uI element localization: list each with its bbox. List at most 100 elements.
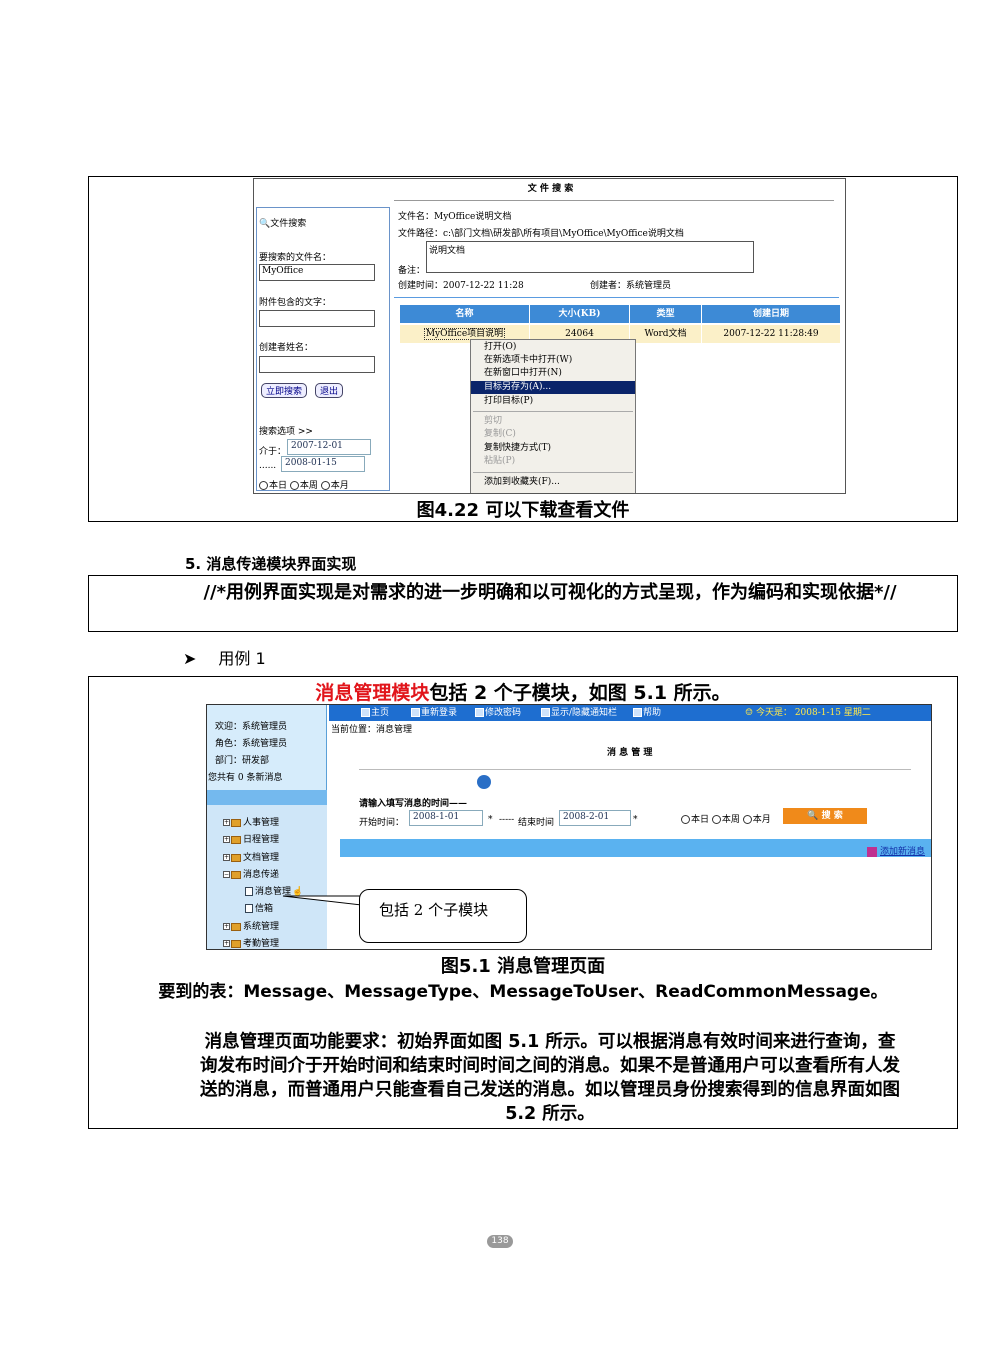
tree-item-messaging[interactable]: − 消息传递 <box>223 867 279 880</box>
menu-cut[interactable]: 剪切 <box>471 415 635 428</box>
cell-date: 2007-12-22 11:28:49 <box>702 325 841 343</box>
nav-relogin[interactable]: 重新登录 <box>411 705 457 721</box>
menu-print-target[interactable]: 打印目标(P) <box>471 395 635 408</box>
file-search-screenshot: 文 件 搜 索 🔍文件搜索 要搜索的文件名： MyOffice 附件包含的文字：… <box>253 178 846 494</box>
radio-today[interactable] <box>259 481 268 490</box>
context-menu: 打开(O) 在新选项卡中打开(W) 在新窗口中打开(N) 目标另存为(A)...… <box>470 339 636 493</box>
date-from-input[interactable]: 2007-12-01 <box>287 439 371 455</box>
home-icon <box>361 708 370 717</box>
search-button[interactable]: 立即搜索 <box>261 383 308 398</box>
detail-filename: 文件名：MyOffice说明文档 <box>398 212 512 222</box>
detail-creator: 创建者：系统管理员 <box>590 281 672 291</box>
menu-separator <box>473 472 633 473</box>
search-button[interactable]: 🔍 搜 索 <box>783 808 867 824</box>
menu-save-target-as[interactable]: 目标另存为(A)... <box>471 381 635 394</box>
divider <box>394 297 839 298</box>
folder-open-icon <box>231 870 241 879</box>
filename-input[interactable]: MyOffice <box>259 264 375 281</box>
folder-icon <box>231 853 241 862</box>
menu-open-new-window[interactable]: 在新窗口中打开(N) <box>471 367 635 380</box>
creator-label: 创建者姓名： <box>259 343 314 353</box>
tree-item-attendance[interactable]: + 考勤管理 <box>223 936 279 949</box>
col-header-size[interactable]: 大小(KB) <box>530 305 630 323</box>
note-text: //*用例界面实现是对需求的进一步明确和以可视化的方式呈现，作为编码和实现依据*… <box>203 582 897 603</box>
attach-text-input[interactable] <box>259 310 375 327</box>
required-star: * <box>633 815 638 825</box>
file-search-title: 文 件 搜 索 <box>527 184 574 194</box>
divider <box>359 769 911 770</box>
folder-icon <box>231 818 241 827</box>
exit-button[interactable]: 退出 <box>315 383 344 398</box>
radio-month[interactable] <box>742 815 752 824</box>
key-icon <box>475 708 484 717</box>
today-date: ☺ 今天是： 2008-1-15 星期二 <box>745 708 871 718</box>
note-label: 备注： <box>398 266 426 276</box>
login-icon <box>411 708 420 717</box>
filename-label: 要搜索的文件名： <box>259 253 332 263</box>
tree-item-schedule[interactable]: + 日程管理 <box>223 832 279 845</box>
col-header-type[interactable]: 类型 <box>630 305 702 323</box>
breadcrumb: 当前位置：消息管理 <box>331 725 413 735</box>
search-heading: 🔍文件搜索 <box>259 219 307 229</box>
figure-5-1-title: 消息管理模块包括 2 个子模块，如图 5.1 所示。 <box>315 682 731 704</box>
note-textarea[interactable]: 说明文档 <box>426 241 754 273</box>
tree-item-documents[interactable]: + 文档管理 <box>223 850 279 863</box>
nav-help[interactable]: 帮助 <box>633 705 661 721</box>
folder-icon <box>231 922 241 931</box>
date-to-input[interactable]: 2008-01-15 <box>281 456 365 472</box>
section-heading: 5. 消息传递模块界面实现 <box>185 555 357 573</box>
tree-item-mailbox[interactable]: 信箱 <box>245 901 273 914</box>
radio-week[interactable] <box>289 481 299 490</box>
add-message-link[interactable]: 添加新消息 <box>867 844 925 857</box>
requirements-text: 消息管理页面功能要求：初始界面如图 5.1 所示。可以根据消息有效时间来进行查询… <box>200 1032 900 1124</box>
page-title: 消 息 管 理 <box>607 748 653 758</box>
detail-path: 文件路径：c:\部门文档\研发部\所有项目\MyOffice\MyOffice说… <box>398 229 684 239</box>
end-date-input[interactable]: 2008-2-01 <box>559 810 631 826</box>
nav-tree: + 人事管理 + 日程管理 + 文档管理 − 消息传递 消息管理☝ 信箱 + 系统管理 +… <box>207 805 327 949</box>
divider <box>394 200 834 201</box>
end-separator: ----- <box>499 815 515 825</box>
col-header-name[interactable]: 名称 <box>400 305 530 323</box>
start-label: 开始时间： <box>359 818 405 828</box>
nav-toggle-notice[interactable]: 显示/隐藏通知栏 <box>541 705 617 721</box>
page-number: 138 <box>487 1235 513 1248</box>
required-star: * <box>488 815 493 825</box>
tree-item-hr[interactable]: + 人事管理 <box>223 815 279 828</box>
nav-home[interactable]: 主页 <box>361 705 389 721</box>
welcome-text: 欢迎：系统管理员 <box>215 722 288 732</box>
user-info-panel: 欢迎：系统管理员 角色：系统管理员 部门：研发部 您共有 0 条新消息 <box>207 705 327 790</box>
menu-open-new-tab[interactable]: 在新选项卡中打开(W) <box>471 354 635 367</box>
detail-created-time: 创建时间：2007-12-22 11:28 <box>398 281 524 291</box>
nav-change-password[interactable]: 修改密码 <box>475 705 521 721</box>
start-date-input[interactable]: 2008-1-01 <box>409 810 483 826</box>
radio-month[interactable] <box>320 481 330 490</box>
cell-type: Word文档 <box>630 325 702 343</box>
message-icon <box>477 775 491 789</box>
menu-copy[interactable]: 复制(C) <box>471 428 635 441</box>
menu-copy-shortcut[interactable]: 复制快捷方式(T) <box>471 442 635 455</box>
usecase-item: ➤ 用例 1 <box>183 649 266 668</box>
help-icon <box>633 708 642 717</box>
menu-open[interactable]: 打开(O) <box>471 341 635 354</box>
search-panel: 🔍文件搜索 要搜索的文件名： MyOffice 附件包含的文字： 创建者姓名： … <box>256 207 390 491</box>
magnifier-icon: 🔍 <box>259 219 271 229</box>
search-icon: 🔍 <box>807 811 819 821</box>
time-prompt: 请输入填写消息的时间—— <box>359 799 468 809</box>
add-message-icon <box>867 846 877 857</box>
role-text: 角色：系统管理员 <box>215 739 288 749</box>
period-radios: 本日 本周 本月 <box>681 812 771 825</box>
range-separator: ...... <box>259 461 277 471</box>
menu-paste[interactable]: 粘贴(P) <box>471 455 635 468</box>
menu-add-favorite[interactable]: 添加到收藏夹(F)... <box>471 476 635 489</box>
callout-box: 包括 2 个子模块 <box>359 889 527 943</box>
figure-5-1-caption: 图5.1 消息管理页面 <box>440 956 606 977</box>
dept-text: 部门：研发部 <box>215 756 270 766</box>
top-nav-bar: 主页 重新登录 修改密码 显示/隐藏通知栏 帮助 ☺ 今天是： 2008-1-1… <box>329 705 931 721</box>
tree-item-system[interactable]: + 系统管理 <box>223 919 279 932</box>
radio-today[interactable] <box>681 815 690 824</box>
radio-week[interactable] <box>711 815 721 824</box>
search-options-link[interactable]: 搜索选项 >> <box>259 424 313 437</box>
col-header-date[interactable]: 创建日期 <box>702 305 841 323</box>
period-radios: 本日 本周 本月 <box>259 478 349 491</box>
creator-input[interactable] <box>259 356 375 373</box>
